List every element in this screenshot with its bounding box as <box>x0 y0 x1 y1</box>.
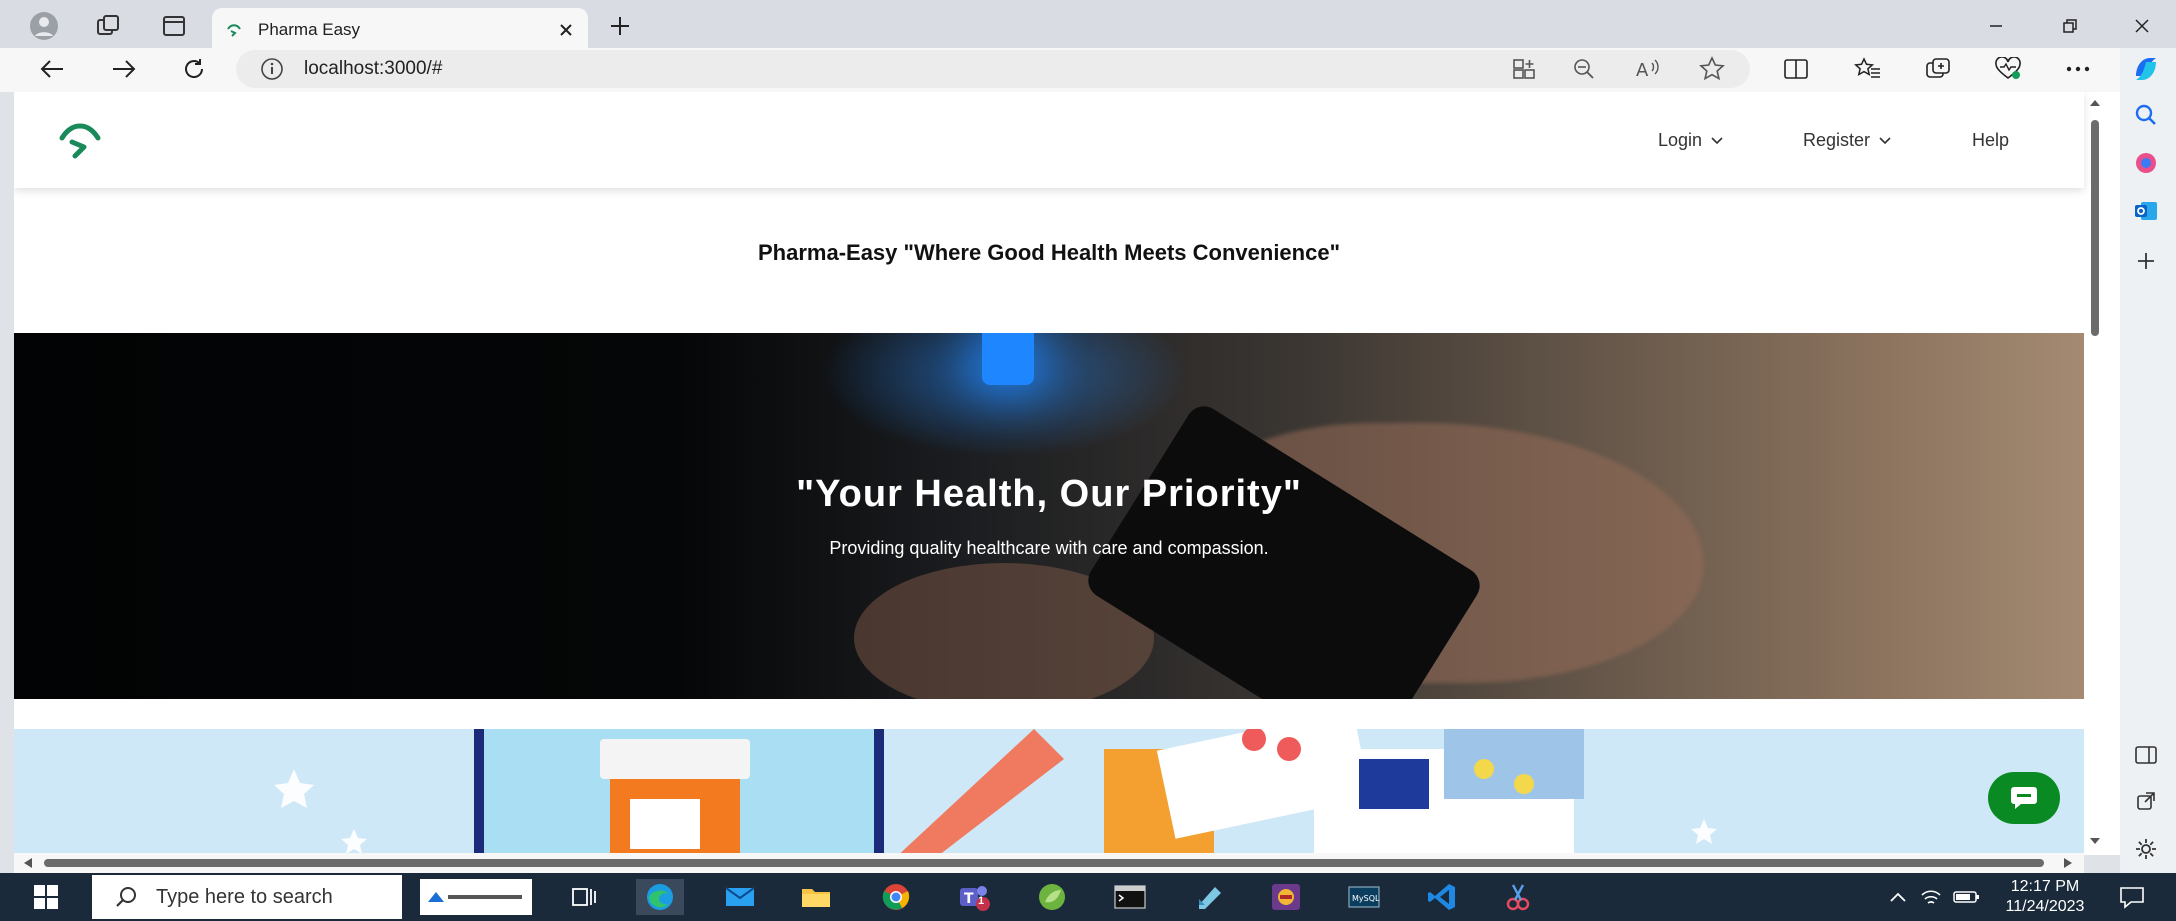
nav-login-dropdown[interactable]: Login <box>1658 130 1724 151</box>
nav-login-label: Login <box>1658 130 1703 150</box>
search-icon <box>114 885 138 909</box>
taskbar-clock[interactable]: 12:17 PM 11/24/2023 <box>2000 877 2090 917</box>
nav-help-link[interactable]: Help <box>1972 130 2009 151</box>
show-hidden-icons-chevron-icon[interactable] <box>1874 879 1922 915</box>
mail-icon[interactable] <box>716 879 764 915</box>
back-button[interactable] <box>30 50 74 88</box>
browser-essentials-icon[interactable] <box>1986 50 2030 88</box>
app-available-icon[interactable] <box>1502 50 1546 88</box>
read-aloud-icon[interactable]: A <box>1626 50 1670 88</box>
windows-taskbar: Type here to search T 1 MySQL 12:17 PM 1… <box>0 873 2176 921</box>
chat-button[interactable] <box>1988 772 2060 824</box>
pharmacy-illustration-banner <box>14 729 2084 855</box>
terminal-icon[interactable] <box>1106 879 1154 915</box>
battery-icon[interactable] <box>1950 879 1984 915</box>
more-options-icon[interactable] <box>2056 50 2100 88</box>
profile-icon[interactable] <box>20 6 68 46</box>
teams-icon[interactable]: T 1 <box>950 879 998 915</box>
wifi-icon[interactable] <box>1916 879 1946 915</box>
favorite-star-icon[interactable] <box>1690 50 1734 88</box>
hero-subheading: Providing quality healthcare with care a… <box>829 538 1269 558</box>
pharmacy-illustration-image <box>274 729 1717 855</box>
vertical-scrollbar[interactable] <box>2084 96 2106 851</box>
office-icon[interactable] <box>2124 144 2168 182</box>
refresh-button[interactable] <box>172 50 216 88</box>
hide-sidebar-icon[interactable] <box>2124 736 2168 774</box>
notifications-icon[interactable] <box>2108 879 2156 915</box>
copilot-icon[interactable] <box>2124 50 2168 88</box>
vscode-icon[interactable] <box>1418 879 1466 915</box>
nav-register-dropdown[interactable]: Register <box>1803 130 1892 151</box>
tab-title: Pharma Easy <box>258 20 361 39</box>
minimize-button[interactable] <box>1964 6 2028 46</box>
close-tab-icon[interactable] <box>558 22 574 38</box>
chrome-icon[interactable] <box>872 879 920 915</box>
taskbar-news-widget[interactable] <box>420 879 532 915</box>
hero-heading: "Your Health, Our Priority" <box>796 473 1302 515</box>
taskbar-search-placeholder: Type here to search <box>156 885 333 908</box>
nav-register-label: Register <box>1803 130 1871 150</box>
url-text[interactable]: localhost:3000/# <box>304 58 442 80</box>
spring-tool-icon[interactable] <box>1028 879 1076 915</box>
open-external-icon[interactable] <box>2124 782 2168 820</box>
svg-text:T: T <box>964 891 974 907</box>
site-favicon-icon <box>226 22 242 38</box>
medical-cross-glow <box>982 333 1034 385</box>
add-sidebar-app-icon[interactable] <box>2124 242 2168 280</box>
new-tab-button[interactable] <box>596 6 644 46</box>
site-info-icon[interactable] <box>260 57 284 81</box>
snipping-tool-icon[interactable] <box>1494 879 1542 915</box>
hero-banner: "Your Health, Our Priority" Providing qu… <box>14 333 2084 699</box>
edge-taskbar-icon[interactable] <box>636 879 684 915</box>
site-tagline: Pharma-Easy "Where Good Health Meets Con… <box>757 240 1341 265</box>
chevron-down-icon <box>1878 136 1892 146</box>
close-window-button[interactable] <box>2110 6 2174 46</box>
nav-help-label: Help <box>1972 130 2010 150</box>
windows-start-icon[interactable] <box>22 879 70 915</box>
page-viewport: Login Register Help Pharma-Easy "Where G… <box>14 92 2120 855</box>
game-app-icon[interactable] <box>1262 879 1310 915</box>
chat-bubble-icon <box>2010 785 2038 811</box>
tab-pharma-easy[interactable]: Pharma Easy <box>212 8 588 52</box>
task-view-icon[interactable] <box>560 879 608 915</box>
teams-badge-count: 1 <box>978 895 985 907</box>
zoom-out-icon[interactable] <box>1562 50 1606 88</box>
pharma-easy-logo-icon[interactable] <box>58 120 102 160</box>
svg-text:A: A <box>1636 60 1649 80</box>
tab-actions-icon[interactable] <box>150 6 198 46</box>
restore-button[interactable] <box>2038 6 2102 46</box>
taskbar-search-box[interactable]: Type here to search <box>92 875 402 919</box>
split-screen-icon[interactable] <box>1774 50 1818 88</box>
mysql-workbench-icon[interactable]: MySQL <box>1340 879 1388 915</box>
svg-text:MySQL: MySQL <box>1352 894 1380 903</box>
sidebar-search-icon[interactable] <box>2124 96 2168 134</box>
horizontal-scrollbar[interactable] <box>14 853 2084 873</box>
chevron-down-icon <box>1710 136 1724 146</box>
notes-app-icon[interactable] <box>1186 879 1234 915</box>
taskbar-date: 11/24/2023 <box>2005 898 2085 915</box>
forward-button[interactable] <box>102 50 146 88</box>
site-navbar: Login Register Help <box>14 92 2084 188</box>
settings-gear-icon[interactable] <box>2124 830 2168 868</box>
taskbar-time: 12:17 PM <box>2010 878 2080 895</box>
collections-icon[interactable] <box>1916 50 1960 88</box>
workspaces-icon[interactable] <box>84 6 132 46</box>
favorites-icon[interactable] <box>1846 50 1890 88</box>
outlook-icon[interactable] <box>2124 192 2168 230</box>
file-explorer-icon[interactable] <box>792 879 840 915</box>
